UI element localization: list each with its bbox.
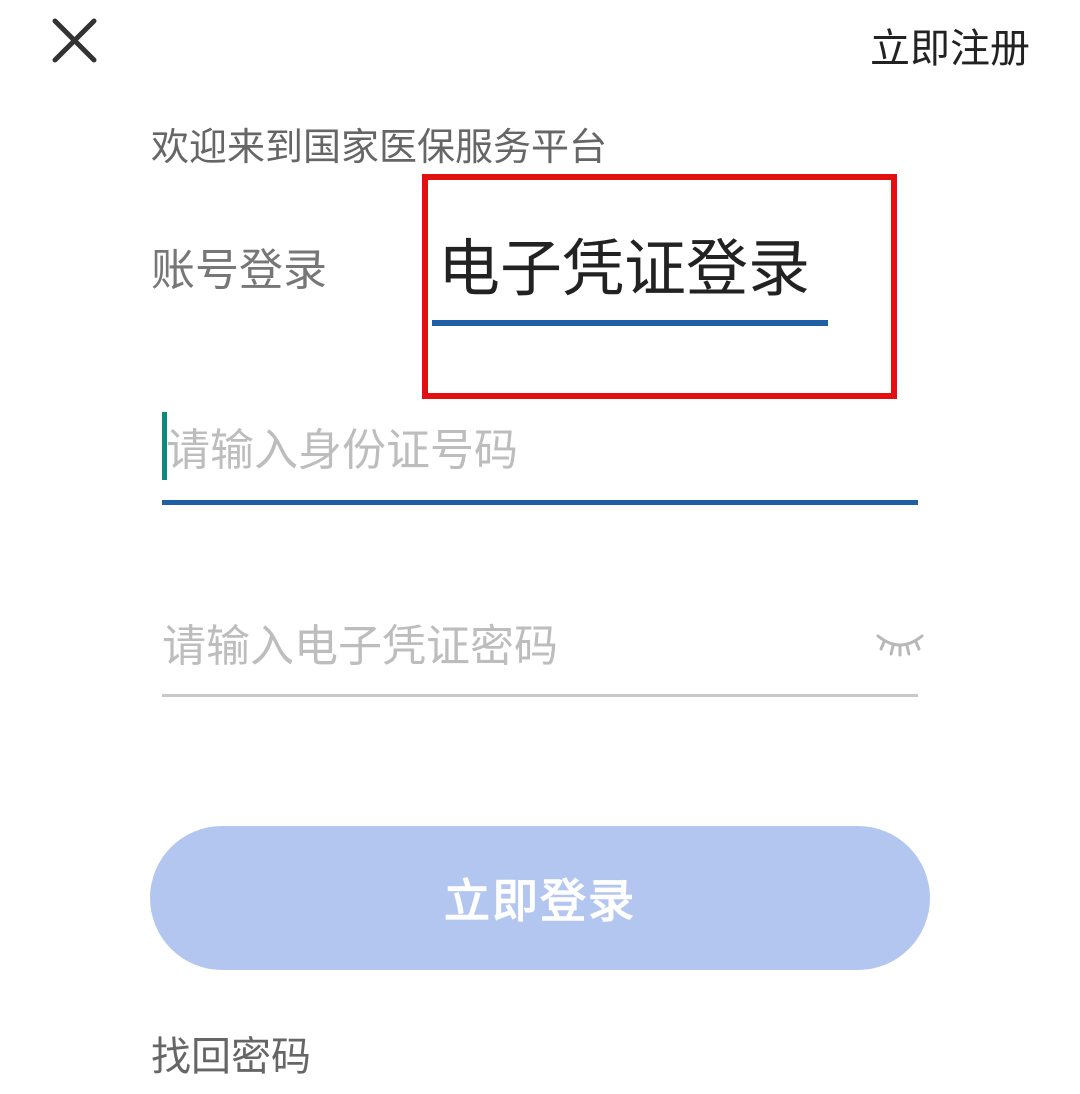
active-tab-indicator [432, 320, 828, 326]
password-input[interactable] [162, 606, 852, 686]
tab-e-voucher-label: 电子凭证登录 [438, 232, 811, 305]
tab-account-login[interactable]: 账号登录 [151, 234, 327, 298]
password-visibility-toggle[interactable] [874, 628, 926, 662]
tab-e-voucher-login[interactable]: 电子凭证登录 [432, 218, 832, 328]
close-icon [52, 18, 97, 63]
eye-closed-icon [876, 634, 924, 657]
forgot-password-link[interactable]: 找回密码 [151, 1024, 311, 1082]
register-link[interactable]: 立即注册 [870, 16, 1030, 74]
password-field [162, 606, 924, 697]
id-number-input[interactable] [166, 410, 856, 490]
login-button[interactable]: 立即登录 [150, 826, 930, 970]
welcome-text: 欢迎来到国家医保服务平台 [151, 125, 608, 169]
close-button[interactable] [44, 10, 104, 70]
id-number-field [162, 408, 918, 505]
